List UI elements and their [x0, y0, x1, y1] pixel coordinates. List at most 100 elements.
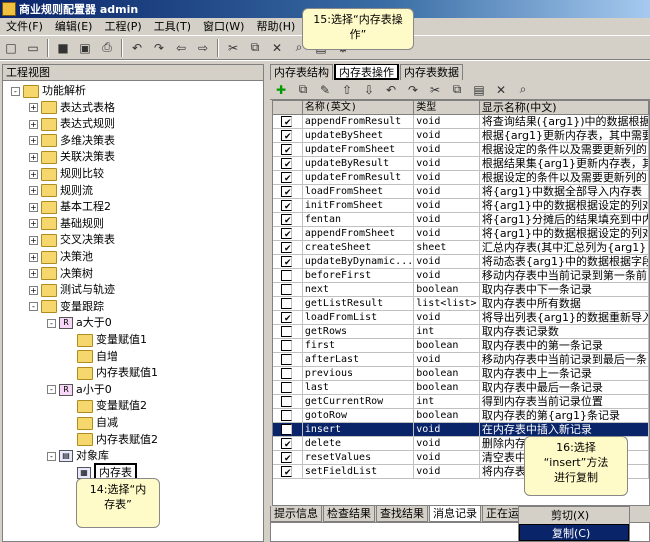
- checkbox[interactable]: ✔: [281, 214, 292, 225]
- table-row[interactable]: ✔ fentan void 将{arg1}分摊后的结果填充到中内: [273, 213, 649, 227]
- table-row[interactable]: gotoRow boolean 取内存表的第{arg1}条记录: [273, 409, 649, 423]
- table-row[interactable]: getCurrentRow int 得到内存表当前记录位置: [273, 395, 649, 409]
- tree-node[interactable]: + 表达式规则: [29, 116, 115, 132]
- checkbox[interactable]: [281, 270, 292, 281]
- checkbox[interactable]: [281, 354, 292, 365]
- table-row[interactable]: ✔ appendFromResult void 将查询结果({arg1})中的数据根据: [273, 115, 649, 129]
- checkbox[interactable]: ✔: [281, 242, 292, 253]
- checkbox[interactable]: [281, 284, 292, 295]
- tree-node[interactable]: + 规则比较: [29, 166, 104, 182]
- undo-icon[interactable]: ↶: [128, 39, 146, 57]
- collapse-icon[interactable]: -: [47, 318, 56, 328]
- tab-operations[interactable]: 内存表操作: [334, 64, 399, 80]
- table-row[interactable]: ✔ loadFromList void 将导出列表{arg1}的数据重新导入: [273, 311, 649, 325]
- tree-node[interactable]: + 关联决策表: [29, 149, 115, 165]
- tree-node[interactable]: + 交叉决策表: [29, 232, 115, 248]
- tab-message-log[interactable]: 消息记录: [429, 506, 481, 522]
- table-row[interactable]: getListResult list<list> 取内存表中所有数据: [273, 297, 649, 311]
- copy-menu-item[interactable]: 复制(C): [519, 524, 629, 541]
- table-row[interactable]: getRows int 取内存表记录数: [273, 325, 649, 339]
- checkbox[interactable]: ✔: [281, 256, 292, 267]
- redo-icon[interactable]: ↷: [150, 39, 168, 57]
- new-icon[interactable]: □: [2, 39, 20, 57]
- tree-node[interactable]: + 多维决策表: [29, 133, 115, 149]
- expand-icon[interactable]: +: [29, 103, 38, 113]
- tree-node[interactable]: - 变量跟踪: [29, 299, 104, 315]
- col-name[interactable]: 名称(英文): [303, 101, 415, 114]
- table-row[interactable]: last boolean 取内存表中最后一条记录: [273, 381, 649, 395]
- cut-icon[interactable]: ✂: [426, 81, 444, 99]
- tree-node[interactable]: - 功能解析: [11, 83, 86, 99]
- delete-icon[interactable]: ✕: [492, 81, 510, 99]
- checkbox[interactable]: ✔: [281, 158, 292, 169]
- table-row[interactable]: afterLast void 移动内存表中当前记录到最后一条: [273, 353, 649, 367]
- open-icon[interactable]: ▭: [24, 39, 42, 57]
- menu-window[interactable]: 窗口(W): [197, 18, 250, 36]
- tab-hints[interactable]: 提示信息: [270, 506, 322, 522]
- undo-icon[interactable]: ↶: [382, 81, 400, 99]
- collapse-icon[interactable]: -: [47, 451, 56, 461]
- checkbox[interactable]: ✔: [281, 172, 292, 183]
- tab-check-results[interactable]: 检查结果: [323, 506, 375, 522]
- table-row[interactable]: previous boolean 取内存表中上一条记录: [273, 367, 649, 381]
- tree-node[interactable]: 自减: [65, 415, 118, 431]
- expand-icon[interactable]: +: [29, 269, 38, 279]
- tree-node[interactable]: - Ra小于0: [47, 382, 112, 398]
- expand-icon[interactable]: +: [29, 136, 38, 146]
- checkbox[interactable]: [281, 340, 292, 351]
- tree-node[interactable]: + 表达式表格: [29, 100, 115, 116]
- checkbox[interactable]: [281, 382, 292, 393]
- table-row[interactable]: ✔ appendFromSheet void 将{arg1}中的数据根据设定的列对: [273, 227, 649, 241]
- edit-icon[interactable]: ✎: [316, 81, 334, 99]
- print-icon[interactable]: ⎙: [98, 39, 116, 57]
- table-row[interactable]: first boolean 取内存表中的第一条记录: [273, 339, 649, 353]
- menu-tools[interactable]: 工具(T): [148, 18, 197, 36]
- expand-icon[interactable]: +: [29, 219, 38, 229]
- collapse-icon[interactable]: -: [47, 385, 56, 395]
- tab-data[interactable]: 内存表数据: [400, 64, 463, 80]
- menu-edit[interactable]: 编辑(E): [49, 18, 99, 36]
- menu-project[interactable]: 工程(P): [98, 18, 147, 36]
- checkbox[interactable]: ✔: [281, 116, 292, 127]
- checkbox[interactable]: ✔: [281, 186, 292, 197]
- checkbox[interactable]: [281, 298, 292, 309]
- col-display[interactable]: 显示名称(中文): [480, 101, 649, 114]
- tree-node[interactable]: + 决策树: [29, 266, 93, 282]
- table-row[interactable]: ✔ loadFromSheet void 将{arg1}中数据全部导入内存表: [273, 185, 649, 199]
- move-up-icon[interactable]: ⇧: [338, 81, 356, 99]
- expand-icon[interactable]: +: [29, 186, 38, 196]
- checkbox[interactable]: ✔: [281, 312, 292, 323]
- table-row[interactable]: ✔ updateFromSheet void 根据设定的条件以及需要更新列的: [273, 143, 649, 157]
- menu-file[interactable]: 文件(F): [0, 18, 49, 36]
- table-row[interactable]: ✔ insert void 在内存表中插入新记录: [273, 423, 649, 437]
- tree-node[interactable]: 内存表赋值2: [65, 432, 158, 448]
- tree-node[interactable]: - Ra大于0: [47, 315, 112, 331]
- checkbox[interactable]: ✔: [281, 452, 292, 463]
- expand-icon[interactable]: +: [29, 285, 38, 295]
- checkbox[interactable]: [281, 410, 292, 421]
- add-child-icon[interactable]: ⧉: [294, 81, 312, 99]
- back-icon[interactable]: ⇦: [172, 39, 190, 57]
- table-row[interactable]: ✔ createSheet sheet 汇总内存表(其中汇总列为{arg1}: [273, 241, 649, 255]
- collapse-icon[interactable]: -: [11, 86, 20, 96]
- checkbox[interactable]: [281, 326, 292, 337]
- menu-help[interactable]: 帮助(H): [250, 18, 301, 36]
- expand-icon[interactable]: +: [29, 202, 38, 212]
- checkbox[interactable]: [281, 396, 292, 407]
- tab-find-results[interactable]: 查找结果: [376, 506, 428, 522]
- table-row[interactable]: ✔ updateByResult void 根据结果集{arg1}更新内存表，其: [273, 157, 649, 171]
- checkbox[interactable]: ✔: [281, 144, 292, 155]
- tree-node[interactable]: + 决策池: [29, 249, 93, 265]
- copy-icon[interactable]: ⧉: [448, 81, 466, 99]
- save-all-icon[interactable]: ▣: [76, 39, 94, 57]
- tree-node[interactable]: + 基础规则: [29, 216, 104, 232]
- expand-icon[interactable]: +: [29, 152, 38, 162]
- table-row[interactable]: beforeFirst void 移动内存表中当前记录到第一条前: [273, 269, 649, 283]
- checkbox[interactable]: ✔: [281, 200, 292, 211]
- table-row[interactable]: next boolean 取内存表中下一条记录: [273, 283, 649, 297]
- checkbox[interactable]: ✔: [281, 130, 292, 141]
- table-row[interactable]: ✔ initFromSheet void 将{arg1}中的数据根据设定的列对: [273, 199, 649, 213]
- tree-node[interactable]: 变量赋值1: [65, 332, 147, 348]
- table-row[interactable]: ✔ updateByDynamic... void 将动态表{arg1}中的数据根据字…: [273, 255, 649, 269]
- checkbox[interactable]: ✔: [281, 424, 292, 435]
